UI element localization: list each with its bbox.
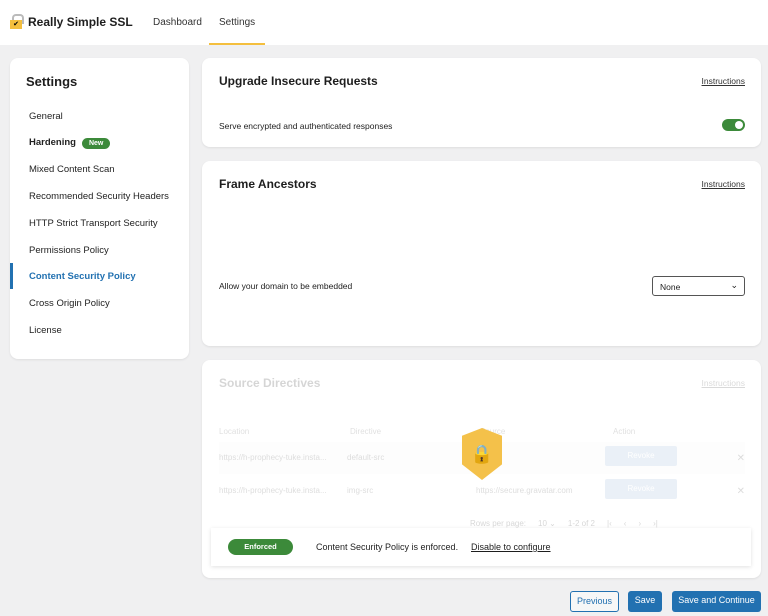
next-page-icon[interactable]: › <box>638 519 641 528</box>
sidebar-item-security-headers[interactable]: Recommended Security Headers <box>29 191 169 202</box>
upgrade-toggle[interactable] <box>722 119 745 131</box>
disable-link[interactable]: Disable to configure <box>471 542 551 552</box>
upgrade-card: Upgrade Insecure Requests Instructions S… <box>202 58 761 147</box>
frame-select[interactable]: None ⌄ <box>652 276 745 296</box>
instructions-link[interactable]: Instructions <box>702 76 745 86</box>
frame-card: Frame Ancestors Instructions Allow your … <box>202 161 761 346</box>
nav-dashboard[interactable]: Dashboard <box>153 17 202 28</box>
directive-cell: img-src <box>347 486 374 495</box>
sidebar-item-label: Hardening <box>29 137 76 148</box>
close-icon[interactable]: ✕ <box>737 486 745 497</box>
setting-label: Allow your domain to be embedded <box>219 281 353 291</box>
instructions-link[interactable]: Instructions <box>702 179 745 189</box>
prev-page-icon[interactable]: ‹ <box>624 519 627 528</box>
sidebar-item-mixed-content[interactable]: Mixed Content Scan <box>29 164 115 175</box>
rows-value: 10 <box>538 519 547 528</box>
sidebar-item-cross-origin[interactable]: Cross Origin Policy <box>29 298 110 309</box>
sidebar-item-hsts[interactable]: HTTP Strict Transport Security <box>29 218 158 229</box>
sidebar-title: Settings <box>26 74 78 89</box>
enforced-badge: Enforced <box>228 539 293 555</box>
card-title: Source Directives <box>219 376 321 390</box>
notice-text: Content Security Policy is enforced. <box>316 542 459 552</box>
sidebar-item-hardening[interactable]: Hardening New <box>29 137 111 149</box>
sidebar-item-license[interactable]: License <box>29 325 62 336</box>
revoke-button[interactable]: Revoke <box>605 479 677 499</box>
directive-cell: default-src <box>347 453 385 462</box>
last-page-icon[interactable]: ›| <box>653 519 658 528</box>
card-title: Frame Ancestors <box>219 177 317 191</box>
save-button[interactable]: Save <box>628 591 662 612</box>
active-indicator <box>10 263 13 289</box>
sidebar-item-permissions[interactable]: Permissions Policy <box>29 245 109 256</box>
sidebar-item-csp[interactable]: Content Security Policy <box>29 271 136 282</box>
close-icon[interactable]: ✕ <box>737 453 745 464</box>
sidebar-item-general[interactable]: General <box>29 111 63 122</box>
save-continue-button[interactable]: Save and Continue <box>672 591 761 612</box>
page-range: 1-2 of 2 <box>567 519 596 528</box>
brand-name: Really Simple SSL <box>28 14 133 29</box>
chevron-down-icon: ⌄ <box>730 280 738 290</box>
select-value: None <box>660 282 681 292</box>
new-badge: New <box>81 138 111 149</box>
first-page-icon[interactable]: |‹ <box>607 519 612 528</box>
location-cell: https://h-prophecy-tuke.insta... <box>219 486 327 495</box>
settings-sidebar: Settings General Hardening New Mixed Cont… <box>10 58 189 359</box>
pagination: Rows per page: 10 ⌄ 1-2 of 2 |‹ ‹ › ›| <box>470 519 658 528</box>
card-title: Upgrade Insecure Requests <box>219 74 378 88</box>
lock-icon <box>10 14 24 29</box>
logo: Really Simple SSL <box>10 14 133 29</box>
nav-settings[interactable]: Settings <box>208 17 266 45</box>
instructions-link[interactable]: Instructions <box>702 378 745 388</box>
location-cell: https://h-prophecy-tuke.insta... <box>219 453 327 462</box>
column-header: Location <box>219 427 250 436</box>
top-bar: Really Simple SSL Dashboard Settings <box>0 0 768 45</box>
column-header: Directive <box>350 427 382 436</box>
rows-per-page-select[interactable]: 10 ⌄ <box>538 519 556 528</box>
previous-button[interactable]: Previous <box>570 591 619 612</box>
source-cell: https://secure.gravatar.com <box>476 486 573 495</box>
column-header: Action <box>613 427 636 436</box>
revoke-button[interactable]: Revoke <box>605 446 677 466</box>
rows-per-page-label: Rows per page: <box>470 519 527 528</box>
enforced-notice: Enforced Content Security Policy is enfo… <box>211 528 751 566</box>
setting-label: Serve encrypted and authenticated respon… <box>219 121 393 131</box>
